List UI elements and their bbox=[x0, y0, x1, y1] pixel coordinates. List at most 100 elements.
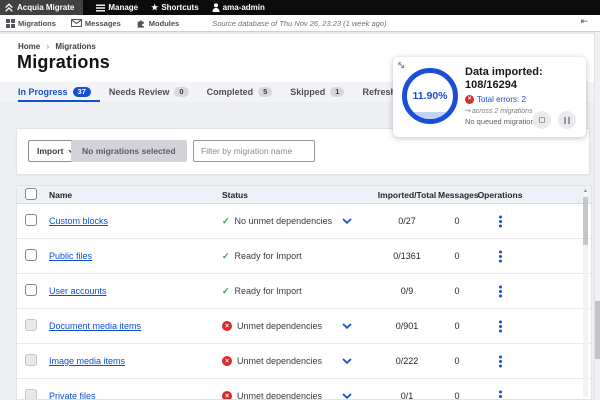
imported-total-value: 0/901 bbox=[395, 321, 419, 331]
breadcrumb-home-link[interactable]: Home bbox=[18, 42, 40, 51]
row-checkbox[interactable] bbox=[25, 284, 37, 296]
table-scrollbar-thumb[interactable] bbox=[583, 197, 588, 245]
data-imported-label: Data imported: bbox=[465, 66, 543, 78]
table-row: User accounts ✓ Ready for Import 0/9 0 bbox=[17, 274, 591, 309]
stop-button[interactable] bbox=[533, 111, 551, 129]
row-checkbox[interactable] bbox=[25, 249, 37, 261]
filter-input[interactable] bbox=[193, 140, 315, 162]
migration-link[interactable]: Image media items bbox=[49, 356, 125, 366]
pause-button[interactable] bbox=[558, 111, 576, 129]
tab-skipped[interactable]: Skipped 1 bbox=[281, 82, 353, 102]
progress-percent: 11.90% bbox=[412, 90, 448, 102]
brand-acquia-migrate[interactable]: Acquia Migrate bbox=[0, 0, 84, 15]
toolbar-item-label: Migrations bbox=[18, 18, 56, 28]
import-label: Import bbox=[37, 146, 64, 156]
page-scrollbar-thumb[interactable] bbox=[595, 301, 600, 359]
operations-menu-icon[interactable] bbox=[498, 394, 502, 398]
header-messages: Messages bbox=[438, 189, 479, 200]
messages-count: 0 bbox=[454, 356, 460, 366]
toolbar-item-modules[interactable]: Modules bbox=[136, 18, 179, 28]
scroll-up-icon[interactable]: ▲ bbox=[583, 188, 588, 194]
module-toolbar: Migrations Messages Modules Source datab… bbox=[0, 15, 600, 32]
selection-label: No migrations selected bbox=[82, 146, 176, 156]
resize-handle-icon[interactable] bbox=[396, 60, 406, 70]
table-header-row: Name Status Imported/Total Messages Oper… bbox=[17, 186, 591, 204]
tab-count-badge: 0 bbox=[174, 86, 189, 98]
error-icon: × bbox=[465, 95, 474, 104]
error-icon: × bbox=[222, 356, 232, 366]
messages-count: 0 bbox=[454, 286, 460, 296]
chevron-down-icon[interactable] bbox=[342, 323, 352, 329]
migration-link[interactable]: User accounts bbox=[49, 286, 107, 296]
toolbar-item-messages[interactable]: Messages bbox=[70, 18, 121, 28]
operations-menu-icon[interactable] bbox=[498, 359, 502, 363]
table-row: Public files ✓ Ready for Import 0/1361 0 bbox=[17, 239, 591, 274]
header-imported-total: Imported/Total bbox=[377, 189, 437, 200]
row-checkbox[interactable] bbox=[25, 389, 37, 399]
imported-total-value: 0/27 bbox=[398, 216, 416, 226]
toolbar-item-label: Messages bbox=[84, 18, 121, 28]
toolbar-item-label: Modules bbox=[148, 18, 180, 28]
check-icon: ✓ bbox=[222, 215, 230, 226]
total-errors-link[interactable]: × Total errors: 2 bbox=[465, 95, 583, 104]
chevron-down-icon[interactable] bbox=[342, 218, 352, 224]
tab-needs-review[interactable]: Needs Review 0 bbox=[100, 82, 198, 102]
migration-link[interactable]: Private files bbox=[49, 391, 96, 399]
tab-label: Refresh bbox=[362, 87, 396, 97]
operations-menu-icon[interactable] bbox=[498, 219, 502, 223]
manage-menu[interactable]: Manage bbox=[96, 3, 138, 12]
row-checkbox[interactable] bbox=[25, 214, 37, 226]
envelope-icon bbox=[70, 19, 82, 27]
toolbar-item-migrations[interactable]: Migrations bbox=[6, 18, 56, 28]
status-text: Unmet dependencies bbox=[237, 356, 323, 366]
user-label: ama-admin bbox=[222, 3, 265, 12]
header-name: Name bbox=[49, 189, 73, 200]
admin-toolbar: Acquia Migrate Manage ★ Shortcuts ama-ad… bbox=[0, 0, 600, 15]
header-status: Status bbox=[222, 189, 248, 200]
row-checkbox[interactable] bbox=[25, 354, 37, 366]
breadcrumb-separator: › bbox=[46, 42, 50, 51]
data-imported-value: 108/16294 bbox=[465, 79, 517, 91]
manage-label: Manage bbox=[108, 3, 139, 12]
chevron-down-icon[interactable] bbox=[342, 358, 352, 364]
operations-menu-icon[interactable] bbox=[498, 324, 502, 328]
tab-label: Skipped bbox=[290, 87, 326, 97]
messages-count: 0 bbox=[454, 391, 460, 400]
select-all-checkbox[interactable] bbox=[25, 187, 37, 200]
messages-count: 0 bbox=[454, 251, 460, 261]
tab-label: Completed bbox=[206, 87, 254, 97]
status-text: Ready for Import bbox=[234, 251, 302, 261]
total-errors-label: Total errors: 2 bbox=[477, 95, 526, 104]
star-icon: ★ bbox=[151, 2, 159, 12]
status-text: Unmet dependencies bbox=[237, 321, 323, 331]
row-checkbox[interactable] bbox=[25, 319, 37, 331]
shortcuts-label: Shortcuts bbox=[161, 3, 199, 12]
toolbar-divider bbox=[0, 32, 600, 34]
table-row: Document media items × Unmet dependencies 0… bbox=[17, 309, 591, 344]
operations-menu-icon[interactable] bbox=[498, 254, 502, 258]
tab-label: Needs Review bbox=[108, 87, 170, 97]
collapse-toolbar-icon[interactable]: ⇤ bbox=[580, 16, 588, 27]
chevron-down-icon[interactable] bbox=[342, 393, 352, 399]
errors-detail-label: across 2 migrations bbox=[471, 107, 533, 115]
page-scrollbar[interactable] bbox=[594, 15, 600, 400]
progress-ring: 11.90% bbox=[402, 68, 458, 124]
tab-completed[interactable]: Completed 5 bbox=[198, 82, 282, 102]
acquia-logo-icon bbox=[5, 2, 13, 12]
source-database-note: Source database of Thu Nov 26, 23:23 (1 … bbox=[212, 18, 387, 28]
table-row: Image media items × Unmet dependencies 0/22… bbox=[17, 344, 591, 379]
user-menu[interactable]: ama-admin bbox=[212, 3, 265, 12]
error-icon: × bbox=[222, 391, 232, 399]
import-summary-popup: 11.90% Data imported: 108/16294 × Total … bbox=[393, 57, 586, 137]
shortcuts-menu[interactable]: ★ Shortcuts bbox=[151, 3, 199, 12]
breadcrumb-current: Migrations bbox=[55, 42, 96, 51]
check-icon: ✓ bbox=[222, 285, 230, 296]
tab-label: In Progress bbox=[18, 87, 68, 97]
tab-in-progress[interactable]: In Progress 37 bbox=[18, 82, 100, 102]
table-scrollbar[interactable]: ▲ bbox=[583, 188, 588, 397]
operations-menu-icon[interactable] bbox=[498, 289, 502, 293]
migration-link[interactable]: Custom blocks bbox=[49, 216, 108, 226]
migration-link[interactable]: Document media items bbox=[49, 321, 141, 331]
migration-link[interactable]: Public files bbox=[49, 251, 92, 261]
migrations-table: Name Status Imported/Total Messages Oper… bbox=[16, 185, 592, 400]
